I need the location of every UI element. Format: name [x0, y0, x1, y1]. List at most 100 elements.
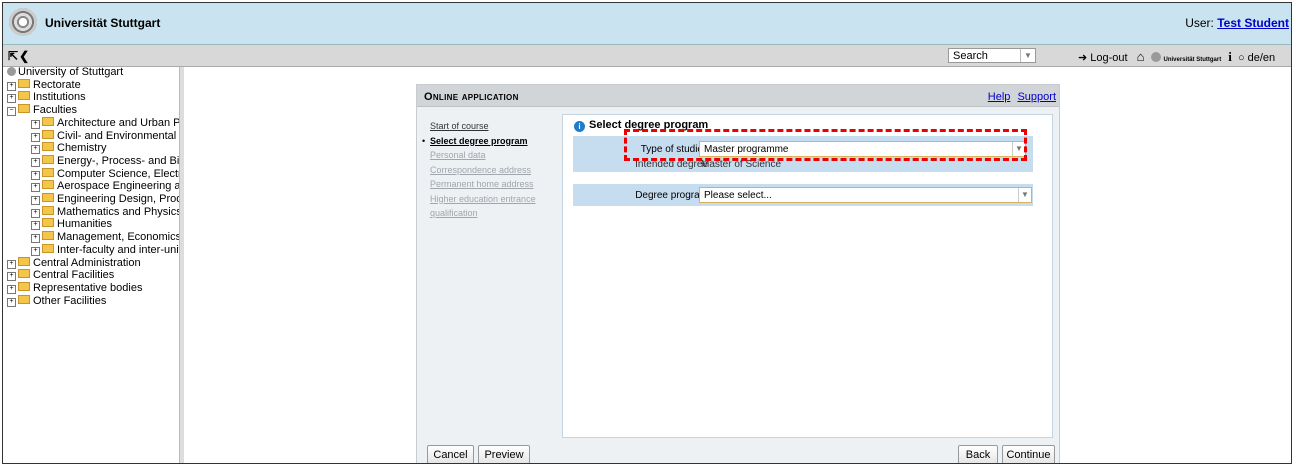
- support-link[interactable]: Support: [1017, 91, 1056, 103]
- degree-program-label: Degree program: [635, 190, 708, 201]
- tree-node-label: Architecture and Urban Pla: [57, 116, 179, 129]
- tree-node[interactable]: + Humanities: [7, 218, 179, 231]
- folder-icon: [42, 205, 54, 215]
- expand-icon[interactable]: +: [31, 119, 40, 129]
- search-select-value: Search: [953, 50, 988, 62]
- folder-icon: [42, 218, 54, 228]
- panel-header: Online application Help Support: [417, 85, 1059, 107]
- expand-icon[interactable]: +: [7, 297, 16, 307]
- back-circle-icon[interactable]: ❮: [19, 49, 30, 63]
- tree-node[interactable]: + Inter-faculty and inter-unive: [7, 243, 179, 257]
- tree-node[interactable]: + Civil- and Environmental Er: [7, 129, 179, 143]
- expand-icon[interactable]: +: [31, 246, 40, 256]
- preview-button[interactable]: Preview: [478, 445, 530, 463]
- folder-icon: [42, 243, 54, 253]
- toolbar-actions: ➜ Log-out ⌂ Universität Stuttgart i ○ de/e…: [1078, 49, 1275, 65]
- tree-node[interactable]: + Energy-, Process- and Bio-: [7, 154, 179, 168]
- user-name-link[interactable]: Test Student: [1217, 16, 1289, 30]
- expand-icon[interactable]: +: [7, 284, 16, 294]
- tree-node[interactable]: + Representative bodies: [7, 281, 179, 295]
- tree-node[interactable]: − Faculties: [7, 104, 179, 117]
- navigation-tree: University of Stuttgart + Rectorate + Insti…: [7, 67, 179, 463]
- expand-icon[interactable]: +: [31, 157, 40, 167]
- tree-node[interactable]: + Rectorate: [7, 78, 179, 92]
- expand-icon[interactable]: +: [7, 259, 16, 269]
- step-item: Correspondence address: [430, 164, 532, 175]
- language-switch[interactable]: de/en: [1248, 52, 1276, 64]
- info-icon[interactable]: i: [1228, 49, 1232, 65]
- expand-icon[interactable]: +: [31, 234, 40, 244]
- folder-icon: [42, 193, 54, 203]
- logout-icon[interactable]: ➜: [1078, 51, 1087, 64]
- expand-icon[interactable]: +: [31, 170, 40, 180]
- form-content: i Select degree program Type of studies M…: [562, 114, 1053, 438]
- current-step-bullet-icon: •: [422, 135, 426, 146]
- step-item[interactable]: Select degree program: [430, 134, 565, 149]
- tree-root[interactable]: University of Stuttgart: [7, 67, 179, 79]
- tree-node[interactable]: + Aerospace Engineering anc: [7, 180, 179, 193]
- continue-button[interactable]: Continue: [1002, 445, 1055, 463]
- tree-node-label: Faculties: [33, 104, 78, 117]
- folder-icon: [42, 129, 54, 139]
- step-item[interactable]: Start of course: [430, 119, 565, 134]
- tree-node[interactable]: + Chemistry: [7, 142, 179, 155]
- expand-icon[interactable]: +: [7, 94, 16, 104]
- tree-node-label: Other Facilities: [33, 294, 107, 307]
- tree-node[interactable]: + Engineering Design, Produ: [7, 193, 179, 206]
- highlight-annotation: [624, 129, 1027, 161]
- tree-node-label: Rectorate: [33, 78, 81, 91]
- folder-icon: [42, 231, 54, 241]
- home-icon[interactable]: ⌂: [1137, 49, 1145, 64]
- browser-frame: Universität Stuttgart User: Test Student…: [2, 2, 1292, 464]
- expand-icon[interactable]: +: [7, 272, 16, 282]
- university-logo-icon: [9, 8, 37, 36]
- expand-icon[interactable]: +: [31, 145, 40, 155]
- folder-icon: [42, 116, 54, 126]
- tree-node-label: Central Facilities: [33, 269, 115, 282]
- expand-icon[interactable]: +: [7, 81, 16, 91]
- university-mini-logo-icon: [1150, 52, 1161, 62]
- back-button[interactable]: Back: [958, 445, 998, 463]
- tree-node-label: Engineering Design, Produ: [57, 193, 179, 206]
- tree-node-label: Mathematics and Physics: [57, 205, 179, 218]
- expand-icon[interactable]: +: [31, 183, 40, 193]
- speech-bubble-icon[interactable]: ○: [1238, 52, 1245, 64]
- degree-program-select[interactable]: Please select... ▼: [699, 187, 1032, 203]
- tree-node-label: Management, Economics a: [57, 231, 179, 244]
- tree-node[interactable]: + Architecture and Urban Pla: [7, 116, 179, 130]
- step-item: Permanent home address: [430, 179, 534, 189]
- tree-node[interactable]: + Other Facilities: [7, 294, 179, 308]
- nav-icons: ⇱❮: [8, 49, 30, 63]
- expand-icon[interactable]: +: [31, 221, 40, 231]
- folder-icon: [18, 78, 30, 88]
- cancel-button[interactable]: Cancel: [427, 445, 474, 463]
- logout-link[interactable]: Log-out: [1090, 52, 1127, 64]
- expand-icon[interactable]: +: [31, 208, 40, 218]
- brand-name: Universität Stuttgart: [45, 16, 161, 30]
- folder-icon: [18, 104, 30, 114]
- tree-node[interactable]: + Central Facilities: [7, 269, 179, 282]
- folder-icon: [18, 256, 30, 266]
- folder-icon: [18, 269, 30, 279]
- help-link[interactable]: Help: [988, 91, 1011, 103]
- tree-node[interactable]: + Central Administration: [7, 256, 179, 270]
- tree-node[interactable]: + Computer Science, Electric: [7, 167, 179, 181]
- tree-node-label: Inter-faculty and inter-unive: [57, 243, 179, 256]
- expand-window-icon[interactable]: ⇱: [8, 49, 19, 63]
- tree-node[interactable]: + Management, Economics a: [7, 231, 179, 244]
- expand-icon[interactable]: +: [31, 132, 40, 142]
- tree-root-label: University of Stuttgart: [18, 67, 124, 78]
- tree-node-label: Humanities: [57, 218, 113, 231]
- folder-icon: [18, 91, 30, 101]
- splitter-handle[interactable]: [179, 67, 184, 463]
- collapse-icon[interactable]: −: [7, 107, 16, 117]
- expand-icon[interactable]: +: [31, 196, 40, 206]
- top-header: Universität Stuttgart User: Test Student: [3, 3, 1291, 45]
- tree-node[interactable]: + Institutions: [7, 91, 179, 104]
- chevron-down-icon: ▼: [1020, 49, 1035, 62]
- chevron-down-icon: ▼: [1018, 188, 1031, 202]
- search-select[interactable]: Search ▼: [948, 48, 1036, 63]
- folder-icon: [42, 154, 54, 164]
- tree-node-label: Representative bodies: [33, 281, 143, 294]
- tree-node[interactable]: + Mathematics and Physics: [7, 205, 179, 219]
